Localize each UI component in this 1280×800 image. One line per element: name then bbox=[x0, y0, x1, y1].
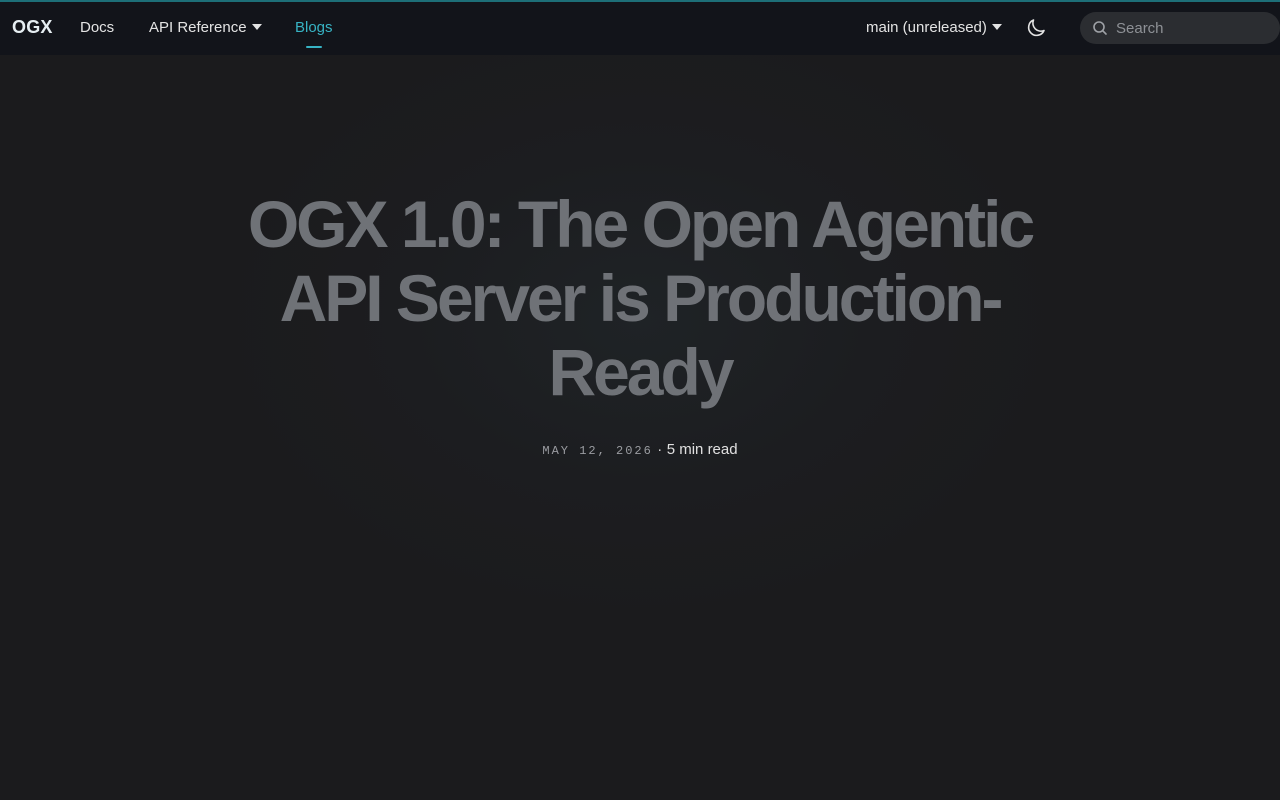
nav-item-api-reference-label: API Reference bbox=[149, 19, 247, 36]
chevron-down-icon bbox=[991, 24, 1002, 31]
search-input[interactable] bbox=[1116, 12, 1266, 44]
page-title: OGX 1.0: The Open Agentic API Server is … bbox=[247, 187, 1035, 409]
search-box[interactable] bbox=[1080, 12, 1280, 44]
post-meta: MAY 12, 2026 · 5 min read bbox=[0, 441, 1280, 459]
nav-item-api-reference[interactable]: API Reference bbox=[149, 19, 262, 36]
nav-item-docs-label: Docs bbox=[80, 19, 115, 36]
theme-toggle-button[interactable] bbox=[1024, 16, 1048, 40]
nav-item-blogs-label: Blogs bbox=[295, 19, 333, 36]
blog-hero: OGX 1.0: The Open Agentic API Server is … bbox=[0, 55, 1280, 800]
chevron-down-icon bbox=[251, 24, 262, 31]
read-time: 5 min read bbox=[666, 441, 738, 458]
moon-icon bbox=[1027, 19, 1045, 37]
post-date: MAY 12, 2026 bbox=[542, 444, 653, 458]
brand-logo[interactable]: OGX bbox=[12, 17, 53, 38]
meta-separator: · bbox=[657, 441, 663, 458]
nav-item-docs[interactable]: Docs bbox=[80, 19, 114, 36]
navbar: OGX Docs API Reference Blogs main (unrel… bbox=[0, 2, 1280, 55]
nav-item-blogs[interactable]: Blogs bbox=[295, 19, 333, 36]
active-nav-indicator bbox=[306, 46, 322, 48]
version-dropdown[interactable]: main (unreleased) bbox=[866, 19, 1002, 36]
version-dropdown-label: main (unreleased) bbox=[866, 19, 987, 36]
search-icon bbox=[1093, 21, 1107, 35]
